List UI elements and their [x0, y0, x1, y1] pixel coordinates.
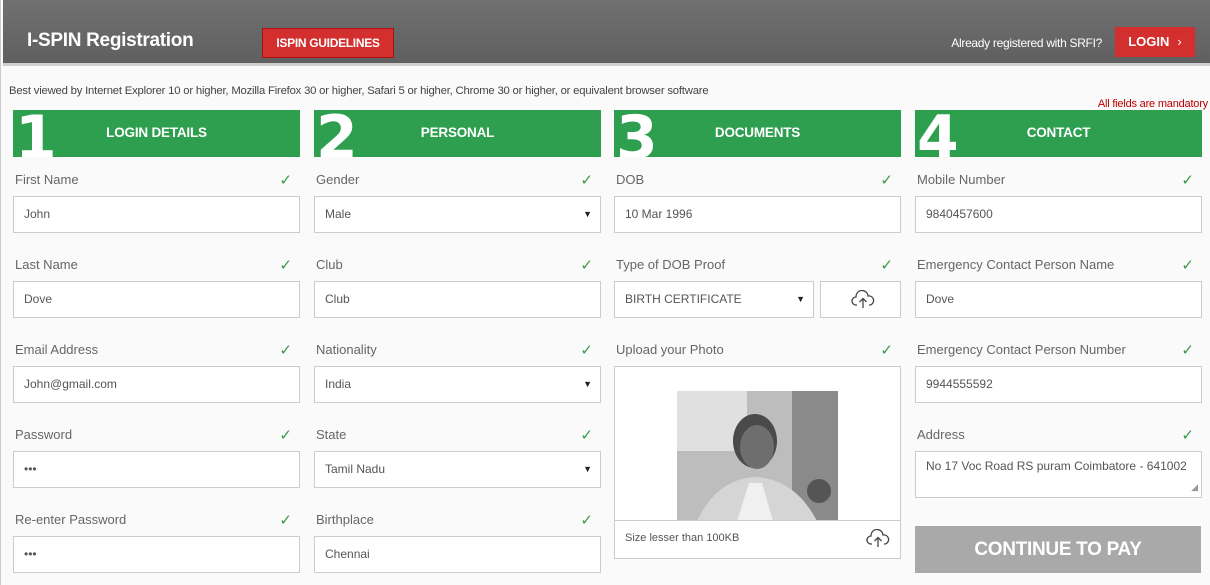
section-header-contact: 4 CONTACT: [915, 110, 1202, 157]
registration-page: I-SPIN Registration ISPIN GUIDELINES Alr…: [0, 0, 1210, 585]
mandatory-note: All fields are mandatory: [1097, 98, 1208, 110]
personal-column: 2 PERSONAL Gender ✓ Male ▼ Club ✓ Club N…: [314, 110, 601, 573]
check-icon: ✓: [580, 257, 593, 274]
dropdown-caret-icon: ▼: [583, 379, 592, 389]
check-icon: ✓: [580, 172, 593, 189]
dob-proof-label: Type of DOB Proof: [616, 257, 726, 272]
emergency-number-label: Emergency Contact Person Number: [917, 342, 1126, 357]
documents-column: 3 DOCUMENTS DOB ✓ 10 Mar 1996 Type of DO…: [614, 110, 901, 559]
nationality-select[interactable]: India ▼: [314, 366, 601, 403]
login-button[interactable]: LOGIN ›: [1115, 27, 1195, 57]
check-icon: ✓: [580, 512, 593, 529]
address-textarea[interactable]: No 17 Voc Road RS puram Coimbatore - 641…: [915, 451, 1202, 498]
chevron-right-icon: ›: [1177, 34, 1182, 49]
user-photo: [677, 391, 838, 521]
password-label: Password: [15, 427, 73, 442]
dropdown-caret-icon: ▼: [583, 209, 592, 219]
emergency-number-input[interactable]: 9944555592: [915, 366, 1202, 403]
resize-handle-icon[interactable]: ◢: [1191, 479, 1198, 495]
birthplace-label: Birthplace: [316, 512, 374, 527]
check-icon: ✓: [880, 172, 893, 189]
state-value: Tamil Nadu: [325, 462, 386, 476]
password-input[interactable]: •••: [13, 451, 300, 488]
section-header-personal: 2 PERSONAL: [314, 110, 601, 157]
section-title: CONTACT: [1026, 125, 1091, 140]
dob-proof-value: BIRTH CERTIFICATE: [625, 292, 742, 306]
check-icon: ✓: [279, 512, 292, 529]
mobile-input[interactable]: 9840457600: [915, 196, 1202, 233]
contact-column: 4 CONTACT Mobile Number ✓ 9840457600 Eme…: [915, 110, 1202, 573]
photo-label: Upload your Photo: [616, 342, 724, 357]
nationality-label: Nationality: [316, 342, 377, 357]
check-icon: ✓: [580, 342, 593, 359]
check-icon: ✓: [279, 427, 292, 444]
first-name-input[interactable]: John: [13, 196, 300, 233]
address-value: No 17 Voc Road RS puram Coimbatore - 641…: [926, 459, 1187, 473]
gender-label: Gender: [316, 172, 360, 187]
photo-upload-box[interactable]: Size lesser than 100KB: [614, 366, 901, 559]
dob-proof-select[interactable]: BIRTH CERTIFICATE ▼: [614, 281, 814, 318]
section-title: DOCUMENTS: [714, 125, 801, 140]
already-registered-text: Already registered with SRFI?: [951, 36, 1102, 50]
check-icon: ✓: [279, 172, 292, 189]
dob-input[interactable]: 10 Mar 1996: [614, 196, 901, 233]
state-label: State: [316, 427, 347, 442]
page-title: I-SPIN Registration: [27, 30, 194, 51]
last-name-input[interactable]: Dove: [13, 281, 300, 318]
check-icon: ✓: [279, 257, 292, 274]
dropdown-caret-icon: ▼: [583, 464, 592, 474]
email-label: Email Address: [15, 342, 99, 357]
header-bar: I-SPIN Registration ISPIN GUIDELINES Alr…: [3, 0, 1210, 66]
section-header-documents: 3 DOCUMENTS: [614, 110, 901, 157]
check-icon: ✓: [279, 342, 292, 359]
reenter-password-input[interactable]: •••: [13, 536, 300, 573]
login-button-label: LOGIN: [1128, 34, 1170, 49]
photo-footer: Size lesser than 100KB: [615, 520, 900, 558]
check-icon: ✓: [1181, 172, 1194, 189]
gender-select[interactable]: Male ▼: [314, 196, 601, 233]
gender-value: Male: [325, 207, 352, 221]
birthplace-input[interactable]: Chennai: [314, 536, 601, 573]
browser-compat-note: Best viewed by Internet Explorer 10 or h…: [9, 85, 709, 97]
emergency-name-label: Emergency Contact Person Name: [917, 257, 1115, 272]
check-icon: ✓: [1181, 427, 1194, 444]
dropdown-caret-icon: ▼: [796, 294, 805, 304]
last-name-label: Last Name: [15, 257, 78, 272]
address-label: Address: [917, 427, 965, 442]
nationality-value: India: [325, 377, 352, 391]
reenter-password-label: Re-enter Password: [15, 512, 127, 527]
cloud-upload-icon[interactable]: [866, 529, 890, 549]
check-icon: ✓: [880, 342, 893, 359]
state-select[interactable]: Tamil Nadu ▼: [314, 451, 601, 488]
email-input[interactable]: John@gmail.com: [13, 366, 300, 403]
section-title: LOGIN DETAILS: [106, 125, 207, 140]
dob-proof-upload-button[interactable]: [820, 281, 901, 318]
continue-to-pay-button[interactable]: CONTINUE TO PAY: [915, 526, 1201, 573]
check-icon: ✓: [580, 427, 593, 444]
login-details-column: 1 LOGIN DETAILS First Name ✓ John Last N…: [13, 110, 300, 573]
mobile-label: Mobile Number: [917, 172, 1006, 187]
emergency-name-input[interactable]: Dove: [915, 281, 1202, 318]
ispin-guidelines-button[interactable]: ISPIN GUIDELINES: [262, 28, 394, 58]
club-label: Club: [316, 257, 343, 272]
section-header-login: 1 LOGIN DETAILS: [13, 110, 300, 157]
check-icon: ✓: [1181, 342, 1194, 359]
check-icon: ✓: [880, 257, 893, 274]
club-input[interactable]: Club: [314, 281, 601, 318]
check-icon: ✓: [1181, 257, 1194, 274]
photo-size-note: Size lesser than 100KB: [625, 532, 740, 544]
section-title: PERSONAL: [420, 125, 495, 140]
cloud-upload-icon: [851, 290, 875, 310]
dob-label: DOB: [616, 172, 645, 187]
first-name-label: First Name: [15, 172, 79, 187]
